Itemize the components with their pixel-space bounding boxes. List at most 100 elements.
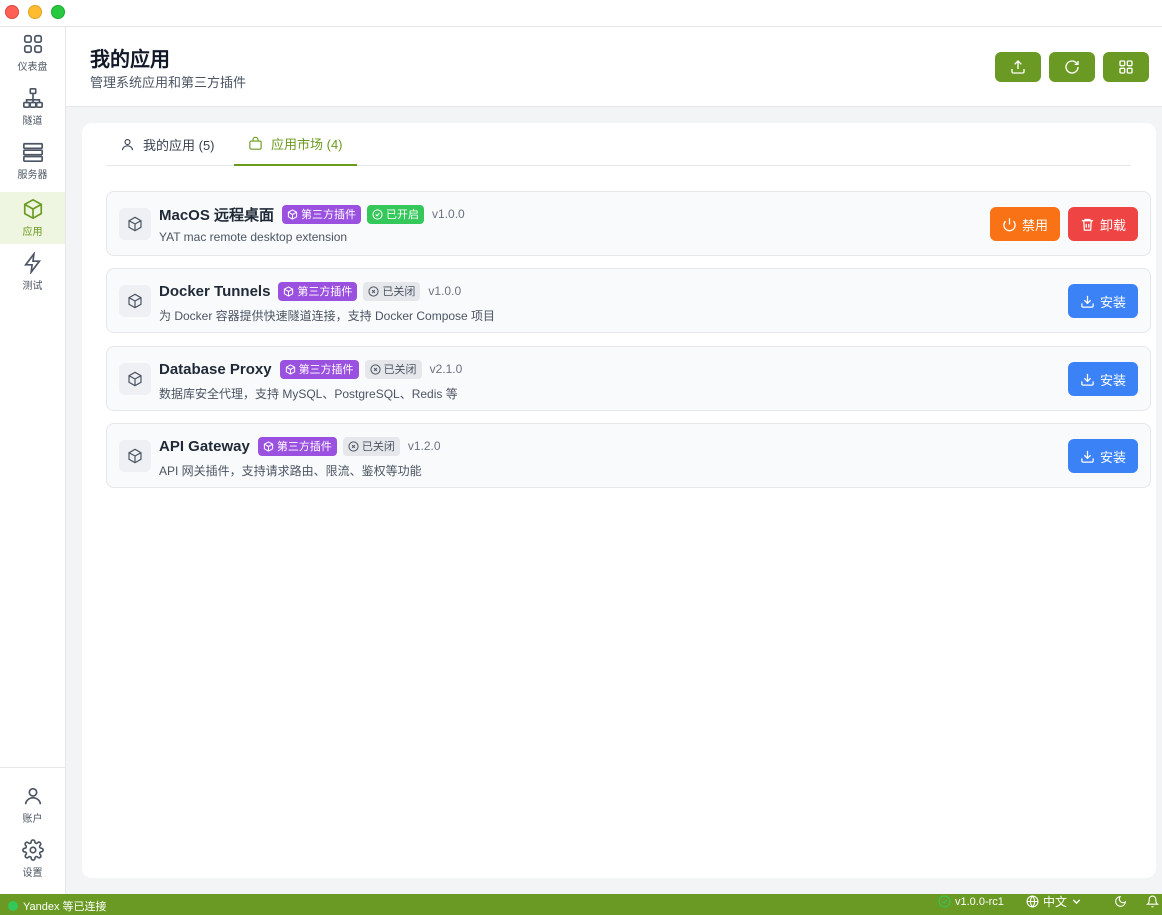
tab-my-apps[interactable]: 我的应用 (5) bbox=[106, 123, 229, 166]
package-icon bbox=[23, 198, 42, 220]
status-badge-label: 已关闭 bbox=[383, 364, 417, 376]
upload-icon bbox=[1011, 60, 1025, 74]
package-icon bbox=[128, 293, 142, 309]
plugin-badge-label: 第三方插件 bbox=[298, 364, 354, 376]
app-description: API 网关插件，支持请求路由、限流、鉴权等功能 bbox=[159, 464, 422, 478]
bag-icon bbox=[249, 136, 262, 150]
app-name: Docker Tunnels bbox=[159, 282, 271, 300]
package-icon bbox=[284, 285, 294, 297]
sidebar-item-label: 设置 bbox=[22, 868, 43, 879]
download-icon bbox=[1081, 373, 1094, 386]
power-icon bbox=[1003, 217, 1016, 231]
app-title-row: Database Proxy 第三方插件 已关闭 v2.1.0 bbox=[159, 359, 462, 379]
language-label: 中文 bbox=[1043, 895, 1068, 909]
maximize-window-button[interactable] bbox=[51, 5, 65, 19]
sidebar-item-tunnels[interactable]: 隧道 bbox=[0, 81, 65, 133]
page-header: 我的应用 管理系统应用和第三方插件 bbox=[66, 27, 1162, 107]
connection-status-text: Yandex 等已连接 bbox=[23, 901, 107, 913]
bolt-icon bbox=[23, 252, 41, 274]
install-button-label: 安装 bbox=[1099, 372, 1126, 388]
disable-button[interactable]: 禁用 bbox=[990, 207, 1060, 241]
app-icon bbox=[119, 208, 151, 240]
package-icon bbox=[128, 216, 142, 232]
status-badge: 已关闭 bbox=[342, 436, 400, 456]
sidebar-item-label: 隧道 bbox=[22, 116, 43, 127]
app-version: v1.0.0 bbox=[432, 207, 465, 221]
app-version: v1.2.0 bbox=[407, 439, 441, 453]
app-version-text: v1.0.0-rc1 bbox=[955, 895, 1004, 908]
main-panel: 我的应用 (5) 应用市场 (4) MacOS 远程桌面 第三方插件 已开启 v… bbox=[82, 123, 1156, 878]
sidebar-item-account[interactable]: 账户 bbox=[0, 779, 65, 831]
plugin-badge-label: 第三方插件 bbox=[276, 441, 332, 453]
plugin-badge: 第三方插件 bbox=[257, 436, 337, 456]
status-badge-label: 已关闭 bbox=[382, 286, 416, 298]
connection-status[interactable]: Yandex 等已连接 bbox=[8, 898, 107, 914]
sidebar-divider bbox=[0, 767, 65, 768]
plugin-badge-label: 第三方插件 bbox=[301, 209, 357, 221]
server-icon bbox=[22, 142, 43, 162]
x-circle-icon bbox=[368, 285, 380, 297]
version-indicator: v1.0.0-rc1 bbox=[938, 894, 1004, 909]
package-icon bbox=[263, 440, 274, 452]
app-icon bbox=[119, 285, 151, 317]
status-badge: 已关闭 bbox=[364, 359, 422, 379]
status-badge-label: 已开启 bbox=[386, 209, 420, 221]
tab-bar: 我的应用 (5) 应用市场 (4) bbox=[106, 123, 1131, 166]
sidebar-item-label: 服务器 bbox=[17, 170, 48, 181]
minimize-window-button[interactable] bbox=[28, 5, 42, 19]
app-description: 为 Docker 容器提供快速隧道连接，支持 Docker Compose 项目 bbox=[159, 309, 496, 323]
plugin-badge: 第三方插件 bbox=[282, 204, 362, 224]
globe-icon bbox=[1026, 895, 1039, 908]
app-description: YAT mac remote desktop extension bbox=[159, 230, 348, 244]
package-icon bbox=[285, 363, 295, 375]
app-icon bbox=[119, 440, 151, 472]
app-description: 数据库安全代理，支持 MySQL、PostgreSQL、Redis 等 bbox=[159, 387, 458, 401]
grid-view-button[interactable] bbox=[1103, 52, 1149, 82]
app-title-row: API Gateway 第三方插件 已关闭 v1.2.0 bbox=[159, 436, 441, 456]
app-version: v1.0.0 bbox=[428, 284, 462, 298]
sidebar-item-label: 仪表盘 bbox=[17, 62, 48, 73]
chevron-down-icon bbox=[1072, 899, 1081, 905]
install-button[interactable]: 安装 bbox=[1068, 439, 1138, 473]
install-button[interactable]: 安装 bbox=[1068, 284, 1138, 318]
status-badge-label: 已关闭 bbox=[361, 441, 395, 453]
sidebar-item-servers[interactable]: 服务器 bbox=[0, 135, 65, 187]
trash-icon bbox=[1081, 218, 1094, 231]
package-icon bbox=[287, 208, 298, 220]
sidebar-item-apps[interactable]: 应用 bbox=[0, 192, 65, 244]
window-titlebar bbox=[0, 0, 1162, 27]
check-circle-icon bbox=[938, 895, 951, 908]
grid-icon bbox=[1119, 60, 1133, 74]
close-window-button[interactable] bbox=[5, 5, 19, 19]
x-circle-icon bbox=[369, 363, 381, 375]
network-icon bbox=[22, 88, 43, 108]
download-icon bbox=[1081, 295, 1094, 308]
install-button-label: 安装 bbox=[1099, 294, 1126, 310]
refresh-button[interactable] bbox=[1049, 52, 1095, 82]
gear-icon bbox=[21, 839, 44, 861]
install-button[interactable]: 安装 bbox=[1068, 362, 1138, 396]
sidebar-item-label: 应用 bbox=[22, 227, 43, 238]
sidebar-item-dashboard[interactable]: 仪表盘 bbox=[0, 27, 65, 79]
x-circle-icon bbox=[348, 440, 359, 452]
package-icon bbox=[128, 371, 142, 387]
tab-label: 应用市场 (4) bbox=[271, 137, 343, 152]
status-badge: 已开启 bbox=[367, 204, 425, 224]
status-badge: 已关闭 bbox=[363, 281, 421, 301]
sidebar-item-test[interactable]: 测试 bbox=[0, 246, 65, 298]
package-icon bbox=[128, 448, 142, 464]
app-name: MacOS 远程桌面 bbox=[159, 206, 275, 224]
tab-app-market[interactable]: 应用市场 (4) bbox=[234, 123, 357, 166]
grid-icon bbox=[23, 34, 42, 54]
app-card: Docker Tunnels 第三方插件 已关闭 v1.0.0 为 Docker… bbox=[106, 268, 1151, 333]
upload-button[interactable] bbox=[995, 52, 1041, 82]
app-card: MacOS 远程桌面 第三方插件 已开启 v1.0.0 YAT mac remo… bbox=[106, 191, 1151, 256]
language-selector[interactable]: 中文 bbox=[1026, 894, 1083, 909]
sidebar-item-label: 账户 bbox=[22, 814, 43, 825]
sidebar-item-settings[interactable]: 设置 bbox=[0, 833, 65, 885]
theme-toggle[interactable] bbox=[1114, 894, 1127, 909]
connection-dot-icon bbox=[8, 901, 18, 911]
notifications-button[interactable] bbox=[1146, 894, 1159, 909]
download-icon bbox=[1081, 450, 1094, 463]
uninstall-button[interactable]: 卸载 bbox=[1068, 207, 1138, 241]
